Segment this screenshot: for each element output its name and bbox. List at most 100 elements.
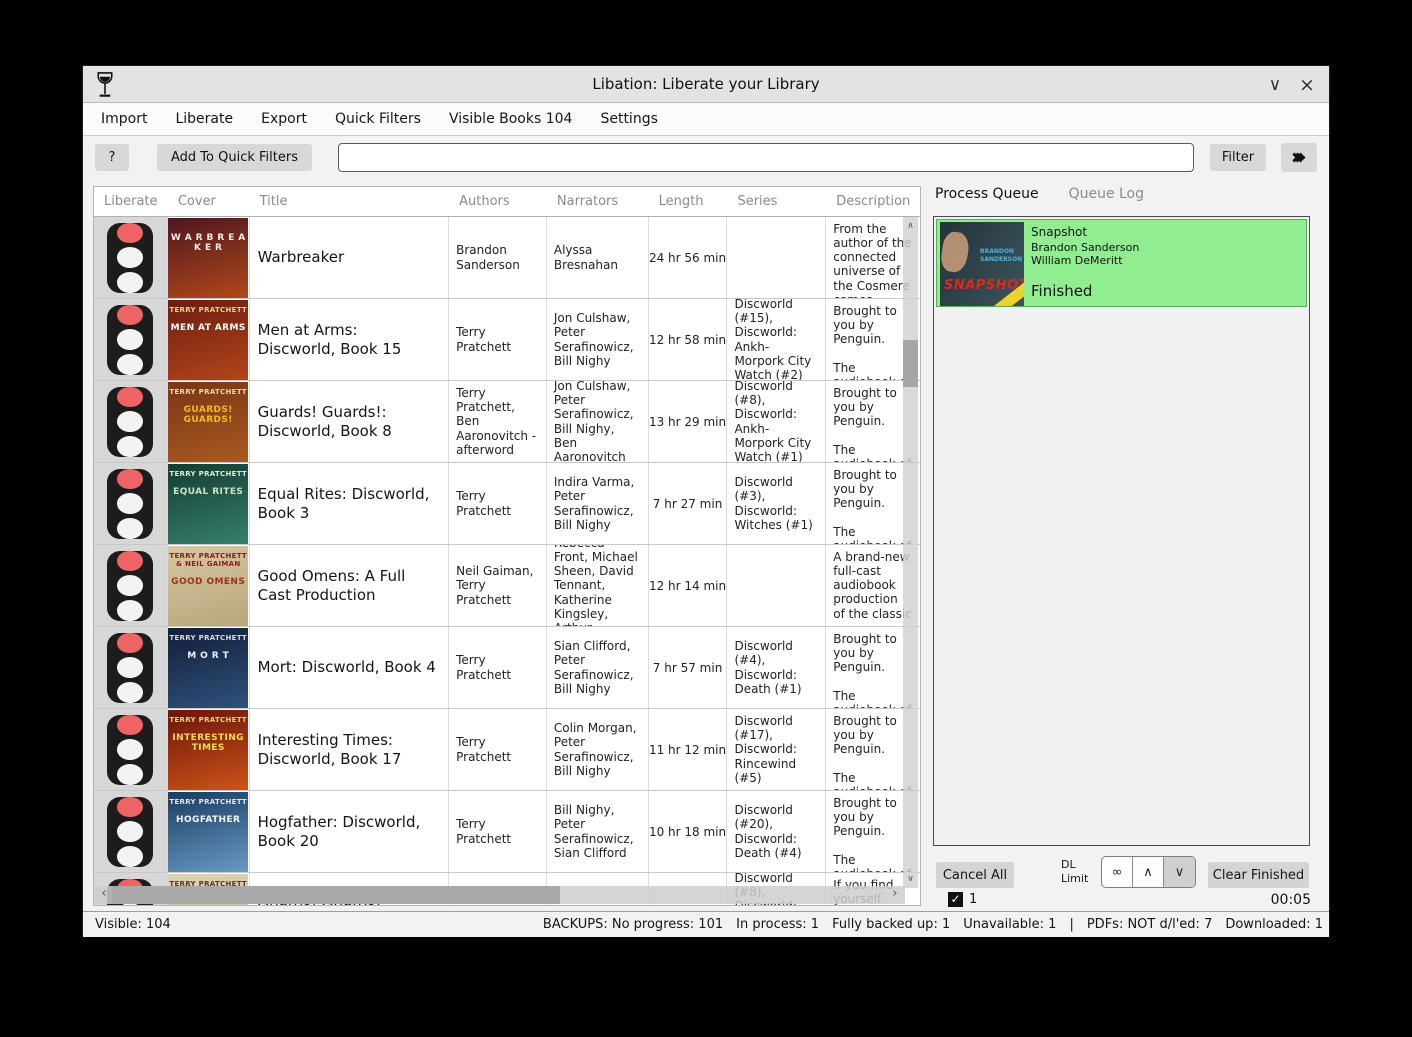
column-header-liberate[interactable]: Liberate xyxy=(94,187,168,216)
liberate-cell[interactable] xyxy=(94,627,168,708)
cover-title-text: M O R T xyxy=(168,651,248,662)
liberate-status-icon[interactable] xyxy=(107,387,153,457)
traffic-bottom-light xyxy=(117,682,143,703)
search-input[interactable] xyxy=(338,143,1194,172)
close-icon[interactable]: × xyxy=(1295,73,1319,97)
status-segment: | xyxy=(1069,917,1073,932)
column-header-narrators[interactable]: Narrators xyxy=(547,187,649,216)
menu-item-quick-filters[interactable]: Quick Filters xyxy=(321,111,435,127)
table-header: LiberateCoverTitleAuthorsNarratorsLength… xyxy=(94,187,920,217)
table-row: TERRY PRATCHETT INTERESTING TIMES Intere… xyxy=(94,709,920,791)
help-button[interactable]: ? xyxy=(95,144,129,171)
liberate-cell[interactable] xyxy=(94,791,168,872)
column-header-length[interactable]: Length xyxy=(649,187,728,216)
scroll-down-icon[interactable]: ∨ xyxy=(903,872,918,886)
scroll-right-icon[interactable]: › xyxy=(887,886,903,904)
tab-queue-log[interactable]: Queue Log xyxy=(1069,186,1144,202)
queue-item-finished[interactable]: BRANDON SANDERSON SNAPSHOT Snapshot Bran… xyxy=(936,219,1307,307)
traffic-bottom-light xyxy=(117,436,143,457)
authors-cell: Terry Pratchett xyxy=(449,627,547,708)
narrators-cell: Colin Morgan, Peter Serafinowicz, Bill N… xyxy=(547,709,649,790)
cover-face-art xyxy=(940,230,971,273)
spinner-up-icon[interactable]: ∧ xyxy=(1133,857,1164,887)
menu-item-visible-books-104[interactable]: Visible Books 104 xyxy=(435,111,587,127)
liberate-cell[interactable] xyxy=(94,299,168,380)
cover-cell: TERRY PRATCHETT GUARDS! GUARDS! xyxy=(168,381,250,462)
traffic-middle-light xyxy=(117,247,143,268)
liberate-status-icon[interactable] xyxy=(107,223,153,293)
traffic-middle-light xyxy=(117,493,143,514)
liberate-status-icon[interactable] xyxy=(107,551,153,621)
narrators-cell: Indira Varma, Peter Serafinowicz, Bill N… xyxy=(547,463,649,544)
book-cover: TERRY PRATCHETT & NEIL GAIMAN GOOD OMENS xyxy=(168,546,248,626)
length-cell: 12 hr 58 min xyxy=(649,299,728,380)
cover-cell: TERRY PRATCHETT INTERESTING TIMES xyxy=(168,709,250,790)
vertical-scrollbar[interactable]: ∧ ∨ xyxy=(903,217,918,888)
liberate-status-icon[interactable] xyxy=(107,305,153,375)
backup-stats: BACKUPS: No progress: 101In process: 1Fu… xyxy=(543,917,1323,932)
authors-cell: Terry Pratchett xyxy=(449,709,547,790)
book-cover: TERRY PRATCHETT EQUAL RITES xyxy=(168,464,248,544)
liberate-cell[interactable] xyxy=(94,545,168,626)
series-cell: Discworld (#8), Discworld: Ankh-Morpork … xyxy=(727,381,826,462)
traffic-middle-light xyxy=(117,329,143,350)
menu-item-settings[interactable]: Settings xyxy=(586,111,671,127)
series-cell: Discworld (#15), Discworld: Ankh-Morpork… xyxy=(727,299,826,380)
cancel-all-button[interactable]: Cancel All xyxy=(936,862,1014,888)
liberate-status-icon[interactable] xyxy=(107,797,153,867)
liberate-cell[interactable] xyxy=(94,381,168,462)
series-cell: Discworld (#20), Discworld: Death (#4) xyxy=(727,791,826,872)
completed-checkbox[interactable]: ✓ xyxy=(948,892,963,907)
traffic-middle-light xyxy=(117,411,143,432)
filter-button[interactable]: Filter xyxy=(1210,144,1266,171)
status-segment: PDFs: NOT d/l'ed: 7 xyxy=(1087,917,1213,932)
traffic-bottom-light xyxy=(117,764,143,785)
liberate-cell[interactable] xyxy=(94,463,168,544)
traffic-red-light xyxy=(117,223,143,244)
cover-cell: TERRY PRATCHETT MEN AT ARMS xyxy=(168,299,250,380)
traffic-red-light xyxy=(117,797,143,818)
title-cell: Good Omens: A Full Cast Production xyxy=(250,545,450,626)
cover-author-text: TERRY PRATCHETT xyxy=(168,464,248,478)
book-cover: W A R B R E A K E R xyxy=(168,218,248,298)
queue-tabs: Process Queue Queue Log xyxy=(923,186,1321,214)
traffic-red-light xyxy=(117,715,143,736)
dl-limit-value[interactable]: ∞ xyxy=(1102,857,1133,887)
length-cell: 13 hr 29 min xyxy=(649,381,728,462)
column-header-description[interactable]: Description xyxy=(826,187,920,216)
column-header-title[interactable]: Title xyxy=(250,187,449,216)
menu-item-import[interactable]: Import xyxy=(87,111,161,127)
tab-process-queue[interactable]: Process Queue xyxy=(935,186,1039,202)
column-header-cover[interactable]: Cover xyxy=(168,187,250,216)
cover-author-text: TERRY PRATCHETT xyxy=(168,710,248,724)
cover-cell: TERRY PRATCHETT HOGFATHER xyxy=(168,791,250,872)
queue-item-author: Brandon Sanderson xyxy=(1031,241,1139,254)
filter-expand-icon[interactable] xyxy=(1281,143,1317,172)
liberate-status-icon[interactable] xyxy=(107,715,153,785)
scroll-left-icon[interactable]: ‹ xyxy=(96,886,112,904)
menu-item-liberate[interactable]: Liberate xyxy=(161,111,247,127)
vertical-scroll-thumb[interactable] xyxy=(903,340,918,387)
queue-item-narrator: William DeMeritt xyxy=(1031,254,1139,267)
liberate-cell[interactable] xyxy=(94,709,168,790)
series-cell: Discworld (#3), Discworld: Witches (#1) xyxy=(727,463,826,544)
liberate-status-icon[interactable] xyxy=(107,633,153,703)
book-cover: TERRY PRATCHETT HOGFATHER xyxy=(168,792,248,872)
scroll-up-icon[interactable]: ∧ xyxy=(903,219,918,233)
column-header-series[interactable]: Series xyxy=(727,187,826,216)
horizontal-scroll-thumb[interactable] xyxy=(112,886,560,904)
column-header-authors[interactable]: Authors xyxy=(449,187,547,216)
title-cell: Interesting Times: Discworld, Book 17 xyxy=(250,709,450,790)
menu-item-export[interactable]: Export xyxy=(247,111,321,127)
minimize-icon[interactable]: ∨ xyxy=(1263,73,1287,97)
liberate-cell[interactable] xyxy=(94,217,168,298)
clear-finished-button[interactable]: Clear Finished xyxy=(1208,862,1309,888)
horizontal-scrollbar[interactable]: ‹ › xyxy=(94,886,905,904)
status-segment: In process: 1 xyxy=(736,917,819,932)
add-to-quick-filters-button[interactable]: Add To Quick Filters xyxy=(157,144,312,171)
series-cell: Discworld (#4), Discworld: Death (#1) xyxy=(727,627,826,708)
cover-title-text: W A R B R E A K E R xyxy=(168,233,248,255)
series-cell xyxy=(727,217,826,298)
liberate-status-icon[interactable] xyxy=(107,469,153,539)
spinner-down-icon[interactable]: ∨ xyxy=(1164,857,1195,887)
